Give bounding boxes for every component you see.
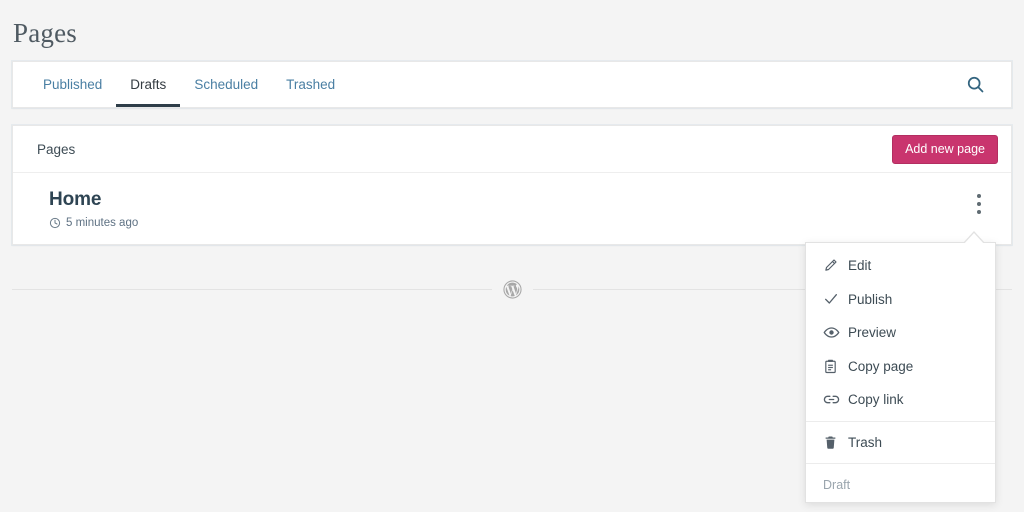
menu-item-edit[interactable]: Edit [806,249,995,283]
ellipsis-vertical-icon [977,194,981,198]
menu-item-publish-label: Publish [848,291,893,307]
popover-arrow [963,231,985,245]
tab-drafts-label: Drafts [130,77,167,92]
page-list-item-home[interactable]: Home 5 minutes ago [13,173,1011,244]
pencil-icon [823,258,845,273]
clipboard-icon [823,359,845,374]
divider-rule-left [12,289,492,290]
tab-published-label: Published [43,77,103,92]
page-actions-popover: Edit Publish Preview Copy page Copy link… [805,231,996,503]
tab-scheduled-label: Scheduled [194,77,259,92]
tab-scheduled[interactable]: Scheduled [180,62,272,107]
link-icon [823,391,845,408]
menu-item-copy-page[interactable]: Copy page [806,350,995,384]
pages-card: Pages Add new page Home 5 minutes ago [12,125,1012,245]
menu-item-trash[interactable]: Trash [806,426,995,460]
search-icon [965,74,986,95]
trash-icon [823,435,845,450]
wordpress-logo-icon [502,279,523,300]
menu-item-copy-link[interactable]: Copy link [806,383,995,417]
menu-item-publish[interactable]: Publish [806,283,995,317]
checkmark-icon [823,291,845,307]
pages-card-header: Pages Add new page [13,126,1011,173]
tab-drafts[interactable]: Drafts [116,62,181,107]
ellipsis-dot-3 [977,210,981,214]
pages-card-header-title: Pages [37,141,76,157]
ellipsis-dot-2 [977,202,981,206]
eye-icon [823,324,845,341]
menu-item-preview[interactable]: Preview [806,316,995,350]
tab-list: Published Drafts Scheduled Trashed [13,62,1011,107]
page-title: Pages [13,18,77,48]
menu-item-copy-link-label: Copy link [848,392,904,408]
page-item-title: Home [49,189,102,210]
menu-item-copy-page-label: Copy page [848,358,914,374]
menu-item-edit-label: Edit [848,258,872,274]
menu-separator-2 [806,463,995,464]
tab-trashed-label: Trashed [286,77,336,92]
page-item-menu-button[interactable] [960,185,998,223]
menu-separator-1 [806,420,995,422]
add-new-page-button[interactable]: Add new page [892,135,998,164]
tab-published[interactable]: Published [29,62,116,107]
tab-bar-card: Published Drafts Scheduled Trashed [12,61,1012,108]
menu-item-trash-label: Trash [848,434,883,450]
clock-icon [49,217,61,229]
menu-item-preview-label: Preview [848,325,897,341]
status-badge: Draft [823,478,851,492]
search-button[interactable] [953,62,997,107]
tab-trashed[interactable]: Trashed [272,62,349,107]
page-item-timestamp: 5 minutes ago [66,217,139,229]
page-item-meta: 5 minutes ago [49,217,987,229]
